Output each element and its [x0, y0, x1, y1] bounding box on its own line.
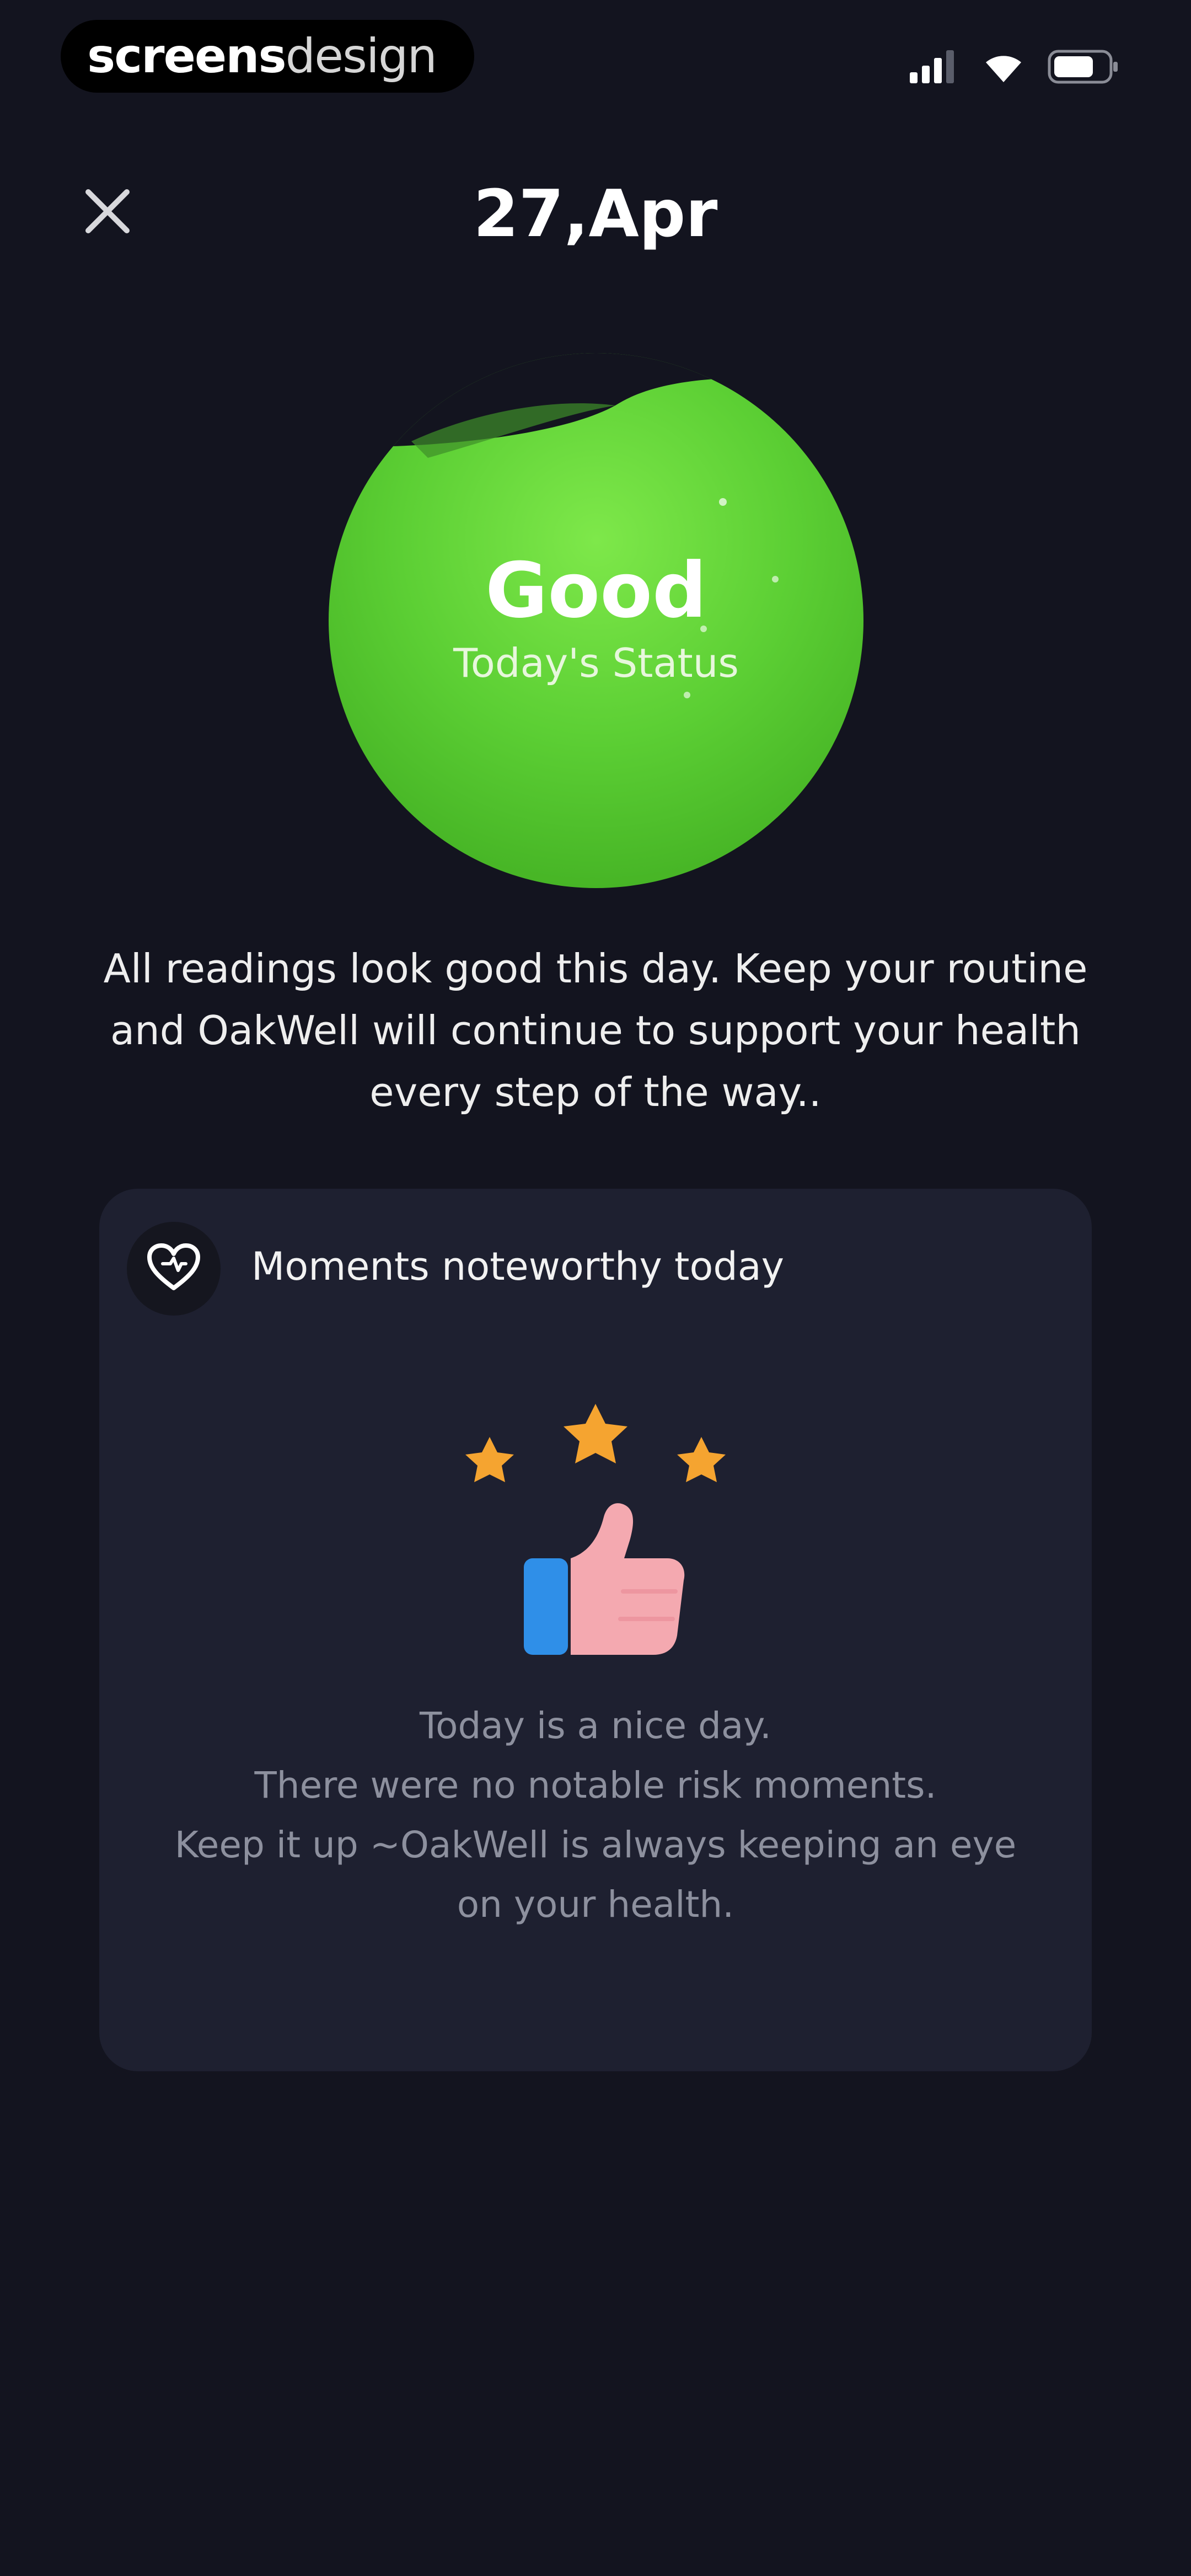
card-title: Moments noteworthy today: [251, 1244, 785, 1289]
card-message: Today is a nice day. There were no notab…: [132, 1696, 1059, 1934]
battery-icon: [1048, 50, 1119, 86]
signal-icon: [910, 50, 959, 85]
watermark-bold: screens: [87, 29, 287, 84]
wifi-icon: [981, 50, 1026, 85]
status-description: All readings look good this day. Keep yo…: [103, 945, 1088, 1115]
status-caption: Today's Status: [453, 640, 739, 686]
watermark: screens design: [61, 20, 474, 93]
status-icons: [910, 50, 1119, 86]
page-title: 27,Apr: [473, 175, 718, 252]
moments-card: Moments noteworthy today Today is a nice…: [99, 1189, 1092, 2071]
watermark-thin: design: [285, 29, 437, 84]
status-orb: Good Today's Status: [329, 353, 863, 888]
heart-icon: [146, 1243, 201, 1295]
thumbs-up-stars-icon: [452, 1393, 739, 1658]
screen: screens design 27,Apr Good Today's Statu…: [0, 0, 1191, 2576]
message-line: There were no notable risk moments.: [254, 1764, 937, 1807]
card-icon-badge: [127, 1222, 221, 1316]
message-line: Keep it up ~OakWell is always keeping an…: [174, 1824, 1017, 1866]
status-level: Good: [485, 546, 707, 635]
message-line: Today is a nice day.: [420, 1704, 771, 1747]
message-line: on your health.: [457, 1883, 734, 1926]
